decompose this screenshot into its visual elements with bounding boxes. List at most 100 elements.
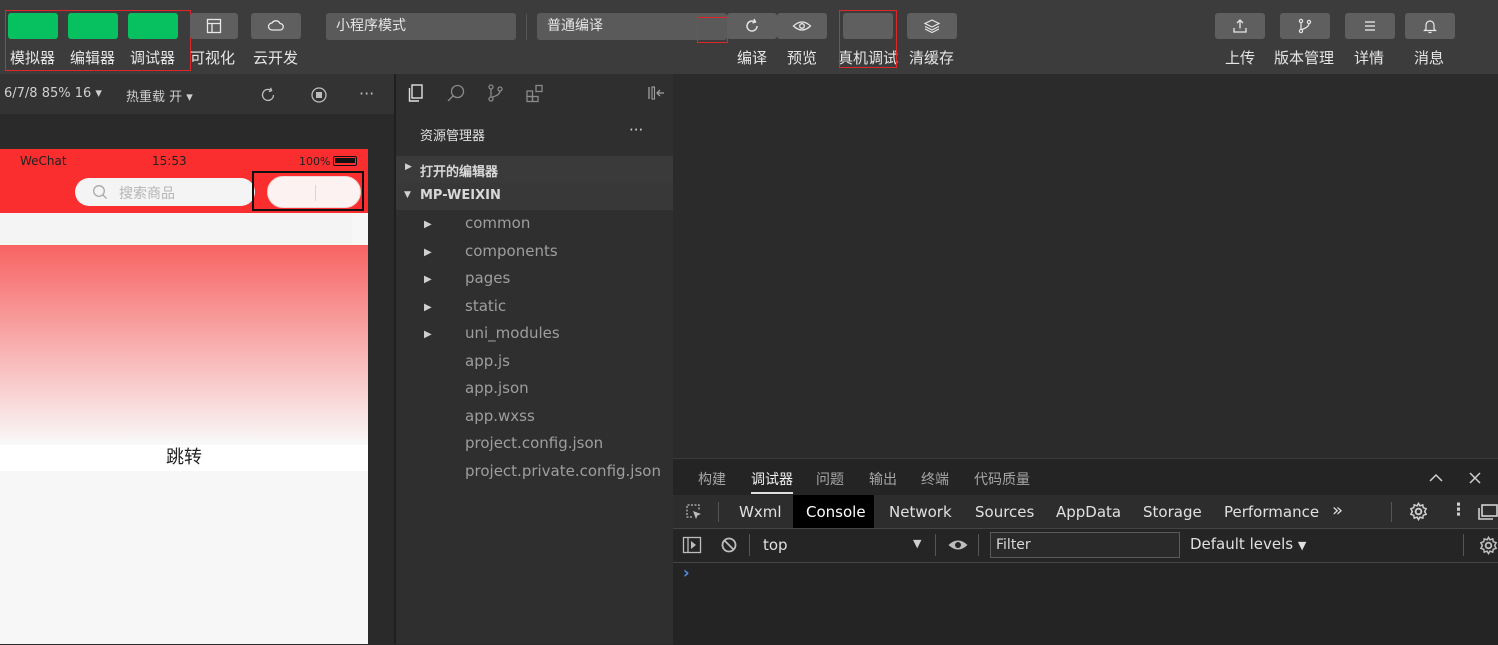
console-output[interactable]: › xyxy=(673,563,1498,645)
chevron-right-icon: ▶ xyxy=(405,162,412,172)
console-settings-icon[interactable] xyxy=(1479,536,1498,555)
log-levels-select[interactable]: Default levels ▼ xyxy=(1190,535,1306,553)
details-label: 详情 xyxy=(1354,49,1385,67)
console-toolbar: top ▼ Filter Default levels ▼ xyxy=(673,529,1498,563)
upload-icon xyxy=(1233,19,1247,33)
editor-area xyxy=(673,74,1498,458)
jump-link[interactable]: 跳转 xyxy=(0,445,368,471)
bell-icon xyxy=(1423,20,1437,34)
clear-cache-button[interactable] xyxy=(907,13,957,39)
capsule-menu[interactable] xyxy=(267,176,361,208)
tab-output[interactable]: 输出 xyxy=(869,469,897,489)
tab-terminal[interactable]: 终端 xyxy=(921,469,949,489)
tab-build[interactable]: 构建 xyxy=(698,469,726,489)
device-debug-highlight xyxy=(839,10,897,68)
devtools-tab-bar: Wxml Console Network Sources AppData Sto… xyxy=(673,495,1498,529)
chevron-down-icon: ▼ xyxy=(913,537,922,550)
clear-console-icon[interactable] xyxy=(720,536,738,554)
hot-reload-select[interactable]: 热重载 开 ▾ xyxy=(126,86,193,105)
search-icon[interactable] xyxy=(446,83,466,103)
status-app-name: WeChat xyxy=(20,154,67,168)
devtools-tab-appdata[interactable]: AppData xyxy=(1056,503,1121,521)
file-name: app.json xyxy=(465,379,529,397)
project-section[interactable]: ▼ MP-WEIXIN xyxy=(396,183,673,210)
upload-label: 上传 xyxy=(1225,49,1256,67)
cloud-icon xyxy=(267,20,284,31)
stop-icon[interactable] xyxy=(310,86,328,104)
upload-button[interactable] xyxy=(1215,13,1265,39)
messages-label: 消息 xyxy=(1414,49,1445,67)
folder-name: uni_modules xyxy=(465,324,560,342)
explorer-more-button[interactable]: ··· xyxy=(629,121,643,139)
search-box[interactable]: 搜索商品 xyxy=(75,178,255,206)
devtools-tab-wxml[interactable]: Wxml xyxy=(739,503,782,521)
collapse-panel-icon[interactable] xyxy=(646,84,666,102)
chevron-down-icon: ▼ xyxy=(404,190,411,200)
visual-button[interactable] xyxy=(190,13,238,39)
toolbar-divider xyxy=(526,14,527,40)
chevron-right-icon: ▶ xyxy=(424,274,432,285)
close-icon[interactable] xyxy=(1468,471,1482,485)
eye-icon[interactable] xyxy=(947,537,969,553)
file-name: app.js xyxy=(465,352,510,370)
extensions-icon[interactable] xyxy=(525,83,545,103)
mode-select[interactable]: 小程序模式 xyxy=(326,13,516,40)
simulator-toolbar: 6/7/8 85% 16 ▾ 热重载 开 ▾ ··· xyxy=(0,74,394,114)
filter-input[interactable]: Filter xyxy=(990,532,1180,558)
devtools-tab-network[interactable]: Network xyxy=(889,503,952,521)
tab-code-quality[interactable]: 代码质量 xyxy=(974,469,1030,489)
tab-debugger[interactable]: 调试器 xyxy=(751,469,793,489)
kebab-menu-icon[interactable]: ⋮ xyxy=(1450,500,1467,520)
simulator-panel: 6/7/8 85% 16 ▾ 热重载 开 ▾ ··· WeChat 15:53 … xyxy=(0,74,394,644)
open-editors-section[interactable]: ▶ 打开的编辑器 xyxy=(396,156,673,183)
compile-label: 编译 xyxy=(737,49,768,67)
tab-problems[interactable]: 问题 xyxy=(816,469,844,489)
folder-name: static xyxy=(465,297,507,315)
version-button[interactable] xyxy=(1280,13,1330,39)
inspect-element-icon[interactable] xyxy=(685,503,703,521)
search-icon xyxy=(93,185,107,199)
more-tabs-icon[interactable]: » xyxy=(1332,500,1343,521)
menu-icon xyxy=(1365,21,1375,31)
divider xyxy=(718,502,719,522)
cloud-dev-label: 云开发 xyxy=(253,49,299,67)
sidebar-toggle-icon[interactable] xyxy=(682,536,702,554)
devtools-tab-sources[interactable]: Sources xyxy=(975,503,1034,521)
chevron-right-icon: ▶ xyxy=(424,219,432,230)
phone-screen: WeChat 15:53 100% 搜索商品 跳转 xyxy=(0,149,368,644)
messages-button[interactable] xyxy=(1405,13,1455,39)
chevron-up-icon[interactable] xyxy=(1428,472,1444,484)
layout-icon xyxy=(206,18,222,34)
debug-panel: 构建 调试器 问题 输出 终端 代码质量 Wxml Console Networ… xyxy=(673,458,1498,645)
source-control-icon[interactable] xyxy=(486,83,506,103)
layers-icon xyxy=(923,19,941,34)
folder-name: pages xyxy=(465,269,511,287)
dock-side-icon[interactable] xyxy=(1477,503,1498,521)
version-label: 版本管理 xyxy=(1274,49,1335,67)
devtools-tab-console[interactable]: Console xyxy=(806,503,866,521)
divider xyxy=(978,534,979,556)
eye-icon xyxy=(792,21,812,31)
compile-button[interactable] xyxy=(727,13,777,39)
simulator-more-button[interactable]: ··· xyxy=(359,84,374,103)
divider xyxy=(935,534,936,556)
log-levels-text: Default levels xyxy=(1190,535,1294,553)
phone-header: WeChat 15:53 100% 搜索商品 xyxy=(0,149,368,213)
context-select[interactable]: top xyxy=(763,536,788,554)
folder-name: components xyxy=(465,242,558,260)
device-info-text: 6/7/8 85% 16 xyxy=(4,86,92,101)
open-editors-label: 打开的编辑器 xyxy=(420,165,499,180)
details-button[interactable] xyxy=(1345,13,1395,39)
files-icon[interactable] xyxy=(406,83,426,103)
cloud-dev-button[interactable] xyxy=(251,13,301,39)
settings-gear-icon[interactable] xyxy=(1409,502,1428,521)
folder-name: common xyxy=(465,214,531,232)
devtools-tab-storage[interactable]: Storage xyxy=(1143,503,1202,521)
top-toolbar: 模拟器 编辑器 调试器 可视化 云开发 小程序模式 普通编译 编译 预览 真机调… xyxy=(0,0,1498,74)
refresh-icon xyxy=(746,18,758,32)
devtools-tab-performance[interactable]: Performance xyxy=(1224,503,1319,521)
preview-button[interactable] xyxy=(777,13,827,39)
reload-icon[interactable] xyxy=(259,86,277,104)
divider xyxy=(749,534,750,556)
device-select[interactable]: 6/7/8 85% 16 ▾ xyxy=(4,86,102,101)
